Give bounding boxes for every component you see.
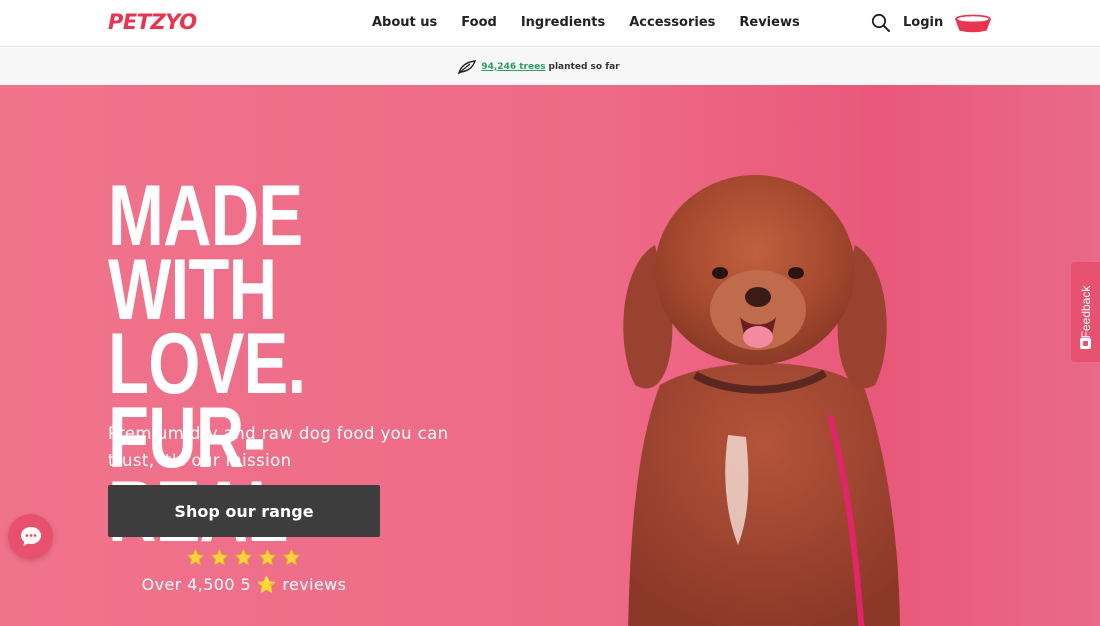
feedback-label: Feedback <box>1078 285 1093 339</box>
nav-item-ingredients[interactable]: Ingredients <box>521 15 605 30</box>
hero-section: MADE WITH LOVE. FUR- REAL Premium dry an… <box>0 85 1100 626</box>
headline-line-1: MADE WITH <box>108 168 303 338</box>
search-icon[interactable] <box>871 13 891 33</box>
star-icon <box>210 548 229 566</box>
brand-logo[interactable]: PETZYO <box>108 10 197 34</box>
trees-planted-link[interactable]: 94,246 trees <box>481 62 545 72</box>
hero-dog-image <box>623 175 900 626</box>
nav-item-reviews[interactable]: Reviews <box>739 15 799 30</box>
login-link[interactable]: Login <box>903 15 943 30</box>
nav-item-food[interactable]: Food <box>461 15 497 30</box>
site-header: PETZYO About us Food Ingredients Accesso… <box>0 0 1100 47</box>
star-icon <box>282 548 301 566</box>
star-icon <box>234 548 253 566</box>
star-icon <box>186 548 205 566</box>
chat-launcher-button[interactable] <box>8 514 53 559</box>
feedback-icon <box>1080 338 1091 349</box>
dog-bowl-cart-icon[interactable] <box>953 12 993 34</box>
reviews-star-glyph: ⭐ <box>256 575 277 594</box>
announcement-bar: 94,246 trees planted so far <box>0 48 1100 85</box>
hero-subtitle: Premium dry and raw dog food you can tru… <box>108 424 449 470</box>
main-nav: About us Food Ingredients Accessories Re… <box>372 15 800 30</box>
nav-item-about-us[interactable]: About us <box>372 15 437 30</box>
shop-our-range-button[interactable]: Shop our range <box>108 485 380 537</box>
trees-planted-text: planted so far <box>548 61 620 72</box>
chat-bubble-icon <box>20 526 41 546</box>
feedback-tab[interactable]: Feedback <box>1071 262 1100 362</box>
star-icon <box>258 548 277 566</box>
nav-item-accessories[interactable]: Accessories <box>629 15 715 30</box>
reviews-summary: Over 4,500 5 ⭐ reviews <box>108 575 380 594</box>
leaf-icon <box>458 59 477 74</box>
reviews-count-text: Over 4,500 5 <box>141 575 252 594</box>
rating-stars <box>186 548 301 567</box>
reviews-suffix-text: reviews <box>282 575 347 594</box>
